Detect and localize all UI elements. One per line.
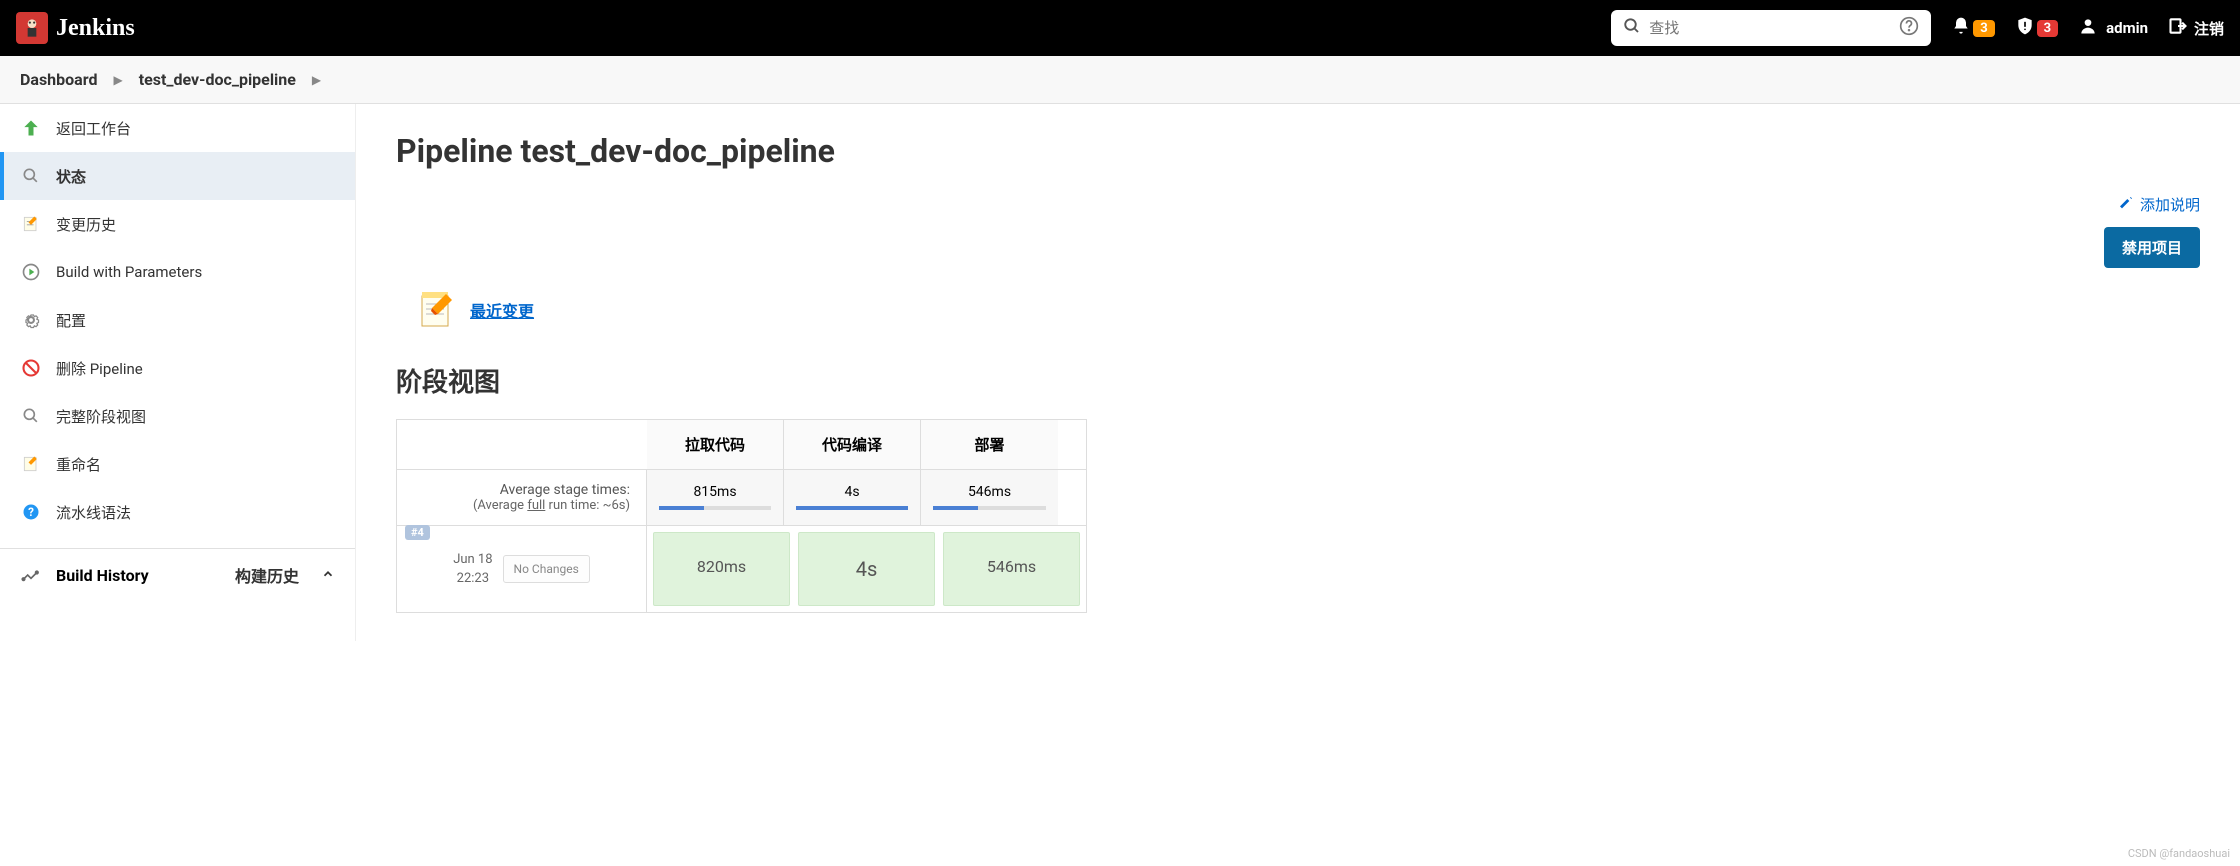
chevron-right-icon: ▶ — [113, 73, 122, 87]
question-icon: ? — [20, 501, 42, 523]
alert-badge: 3 — [2037, 20, 2058, 37]
breadcrumb: Dashboard ▶ test_dev-doc_pipeline ▶ — [0, 56, 2240, 104]
search-icon — [20, 405, 42, 427]
jenkins-butler-icon — [16, 12, 48, 44]
no-entry-icon — [20, 357, 42, 379]
play-clock-icon — [20, 261, 42, 283]
chevron-up-icon — [321, 566, 335, 585]
search-icon — [1623, 17, 1641, 39]
shield-icon — [2015, 16, 2035, 40]
sidebar-item-label: 流水线语法 — [56, 502, 131, 523]
sidebar-item-label: 删除 Pipeline — [56, 358, 143, 379]
no-changes-label: No Changes — [503, 555, 590, 583]
disable-project-button[interactable]: 禁用项目 — [2104, 227, 2200, 268]
jenkins-logo[interactable]: Jenkins — [16, 12, 135, 44]
bell-icon — [1951, 16, 1971, 40]
sidebar-item-status[interactable]: 状态 — [0, 152, 355, 200]
trend-icon — [20, 564, 42, 586]
logout-button[interactable]: 注销 — [2168, 16, 2224, 40]
notifications-button[interactable]: 3 — [1951, 16, 1994, 40]
recent-changes-link[interactable]: 最近变更 — [470, 298, 534, 322]
stage-header: 拉取代码 — [647, 420, 784, 469]
avg-time-cell: 546ms — [921, 470, 1058, 525]
build-stage-cell[interactable]: 546ms — [943, 532, 1080, 606]
search-icon — [20, 165, 42, 187]
stage-header: 代码编译 — [784, 420, 921, 469]
full-runtime-label: (Average full run time: ~6s) — [473, 498, 630, 513]
alerts-button[interactable]: 3 — [2015, 16, 2058, 40]
sidebar-item-label: 配置 — [56, 310, 86, 331]
sidebar-item-label: 返回工作台 — [56, 118, 131, 139]
notepad-icon — [20, 213, 42, 235]
build-date: Jun 18 22:23 — [453, 550, 492, 589]
history-title: Build History — [56, 566, 149, 585]
chevron-right-icon: ▶ — [312, 73, 321, 87]
breadcrumb-dashboard[interactable]: Dashboard — [20, 70, 97, 89]
logo-text: Jenkins — [56, 15, 135, 42]
add-desc-label: 添加说明 — [2140, 194, 2200, 215]
stage-header: 部署 — [921, 420, 1058, 469]
username-label: admin — [2106, 19, 2148, 37]
sidebar-item-label: 状态 — [56, 166, 86, 187]
avg-stage-label: Average stage times: — [500, 482, 630, 498]
sidebar-item-back[interactable]: 返回工作台 — [0, 104, 355, 152]
sidebar-item-label: 完整阶段视图 — [56, 406, 146, 427]
gear-icon — [20, 309, 42, 331]
sidebar-item-build[interactable]: Build with Parameters — [0, 248, 355, 296]
notepad-icon — [416, 288, 460, 332]
breadcrumb-pipeline[interactable]: test_dev-doc_pipeline — [139, 70, 296, 89]
stage-view-table: 拉取代码 代码编译 部署 Average stage times: (Avera… — [396, 419, 1087, 613]
sidebar-item-label: Build with Parameters — [56, 263, 202, 281]
watermark: CSDN @fandaoshuai — [2128, 847, 2230, 860]
add-description-link[interactable]: 添加说明 — [2118, 194, 2200, 215]
sidebar-item-fullstage[interactable]: 完整阶段视图 — [0, 392, 355, 440]
sidebar-item-syntax[interactable]: ? 流水线语法 — [0, 488, 355, 536]
arrow-up-icon — [20, 117, 42, 139]
sidebar: 返回工作台 状态 变更历史 Build with Parameters 配置 删… — [0, 104, 356, 641]
sidebar-item-changes[interactable]: 变更历史 — [0, 200, 355, 248]
sidebar-item-label: 变更历史 — [56, 214, 116, 235]
logout-label: 注销 — [2194, 18, 2224, 39]
logout-icon — [2168, 16, 2188, 40]
sidebar-item-configure[interactable]: 配置 — [0, 296, 355, 344]
main-content: Pipeline test_dev-doc_pipeline 添加说明 禁用项目… — [356, 104, 2240, 641]
notif-badge: 3 — [1973, 20, 1994, 37]
build-stage-cell[interactable]: 4s — [798, 532, 935, 606]
sidebar-item-rename[interactable]: 重命名 — [0, 440, 355, 488]
build-stage-cell[interactable]: 820ms — [653, 532, 790, 606]
stage-view-title: 阶段视图 — [396, 362, 2200, 399]
svg-text:?: ? — [28, 505, 34, 519]
search-box[interactable] — [1611, 10, 1931, 46]
sidebar-item-label: 重命名 — [56, 454, 101, 475]
notepad-icon — [20, 453, 42, 475]
search-input[interactable] — [1649, 20, 1891, 37]
build-num-badge[interactable]: #4 — [405, 525, 430, 540]
page-title: Pipeline test_dev-doc_pipeline — [396, 132, 2200, 170]
avg-time-cell: 4s — [784, 470, 921, 525]
pencil-icon — [2118, 195, 2134, 215]
avg-time-cell: 815ms — [647, 470, 784, 525]
help-icon[interactable] — [1899, 16, 1919, 40]
user-icon — [2078, 16, 2098, 40]
sidebar-item-delete[interactable]: 删除 Pipeline — [0, 344, 355, 392]
user-menu[interactable]: admin — [2078, 16, 2148, 40]
history-label: 构建历史 — [235, 563, 299, 587]
build-history-header[interactable]: Build History 构建历史 — [0, 549, 355, 601]
